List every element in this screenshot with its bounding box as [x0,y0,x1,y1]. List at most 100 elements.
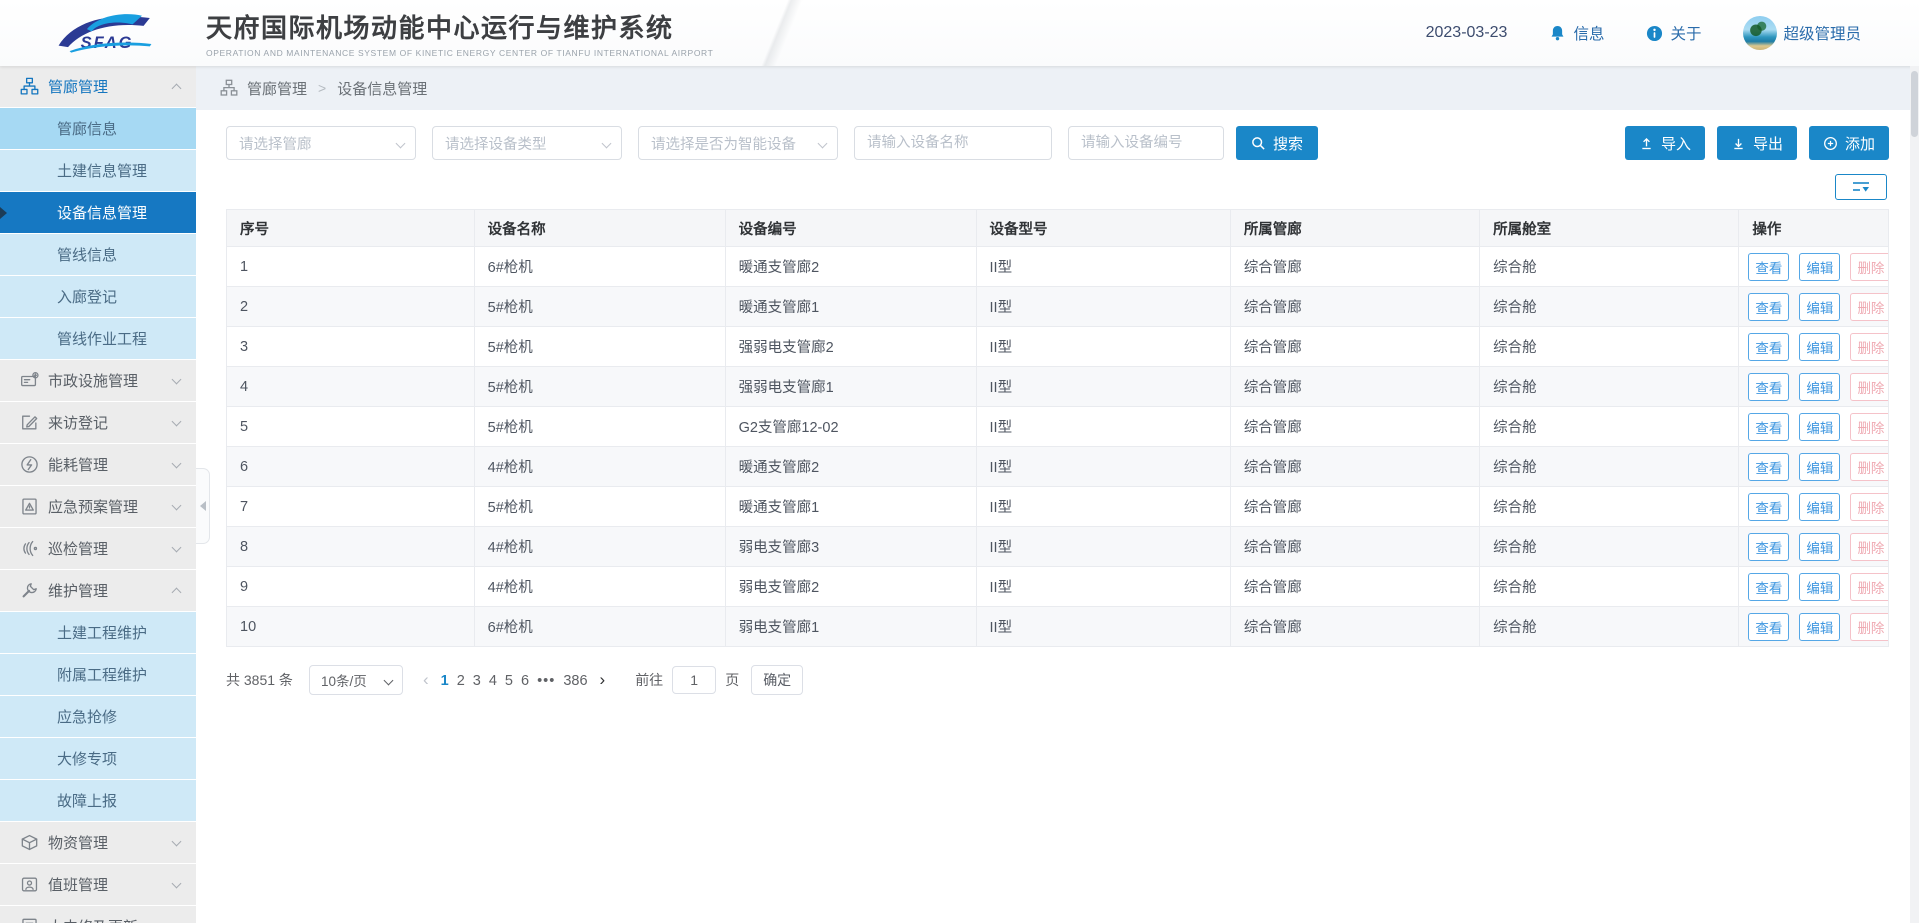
table-column-header: 所属管廊 [1230,210,1479,247]
export-button[interactable]: 导出 [1717,126,1797,160]
page-number[interactable]: 5 [505,673,513,689]
edit-button[interactable]: 编辑 [1799,373,1840,401]
edit-button[interactable]: 编辑 [1799,573,1840,601]
edit-button[interactable]: 编辑 [1799,453,1840,481]
scrollbar-thumb[interactable] [1911,71,1918,137]
filter-row: 请选择管廊 请选择设备类型 请选择是否为智能设备 搜索 [226,126,1889,160]
chevron-icon [172,459,182,469]
edit-button[interactable]: 编辑 [1799,293,1840,321]
edit-button[interactable]: 编辑 [1799,493,1840,521]
delete-button[interactable]: 删除 [1850,533,1888,561]
table-row: 3 5#枪机 强弱电支管廊2 II型 综合管廊 综合舱 查看 编辑 删除 [227,327,1889,367]
messages-link[interactable]: 信息 [1549,22,1604,44]
smart-device-select[interactable]: 请选择是否为智能设备 [638,126,838,160]
wrench-icon [20,581,39,600]
cell-device-name: 5#枪机 [474,367,725,407]
sidebar-group[interactable]: 物资管理 [0,822,196,864]
sidebar-subitem[interactable]: 管廊信息 [0,108,196,150]
delete-button[interactable]: 删除 [1850,573,1888,601]
column-filter-button[interactable] [1835,174,1887,200]
view-button[interactable]: 查看 [1748,533,1789,561]
sidebar-subitem[interactable]: 应急抢修 [0,696,196,738]
view-button[interactable]: 查看 [1748,333,1789,361]
import-button[interactable]: 导入 [1625,126,1705,160]
search-button[interactable]: 搜索 [1236,126,1318,160]
sidebar-subitem[interactable]: 土建工程维护 [0,612,196,654]
view-button[interactable]: 查看 [1748,573,1789,601]
view-button[interactable]: 查看 [1748,493,1789,521]
cell-device-code: 暖通支管廊2 [725,247,976,287]
device-type-select[interactable]: 请选择设备类型 [432,126,622,160]
sidebar-subitem[interactable]: 入廊登记 [0,276,196,318]
page-number[interactable]: 3 [473,673,481,689]
page-number[interactable]: 6 [521,673,529,689]
sidebar-subitem-label: 故障上报 [57,790,117,811]
user-menu[interactable]: 超级管理员 [1743,16,1861,50]
sidebar-subitem[interactable]: 附属工程维护 [0,654,196,696]
cell-index: 2 [227,287,475,327]
sidebar-subitem[interactable]: 故障上报 [0,780,196,822]
page-ellipsis[interactable]: ••• [537,673,555,689]
cell-corridor: 综合管廊 [1230,567,1479,607]
cell-device-code: 暖通支管廊1 [725,487,976,527]
page-scrollbar[interactable] [1910,66,1919,923]
sidebar-group[interactable]: 来访登记 [0,402,196,444]
sidebar-group[interactable]: 管廊管理 [0,66,196,108]
delete-button[interactable]: 删除 [1850,293,1888,321]
view-button[interactable]: 查看 [1748,413,1789,441]
confirm-button[interactable]: 确定 [751,665,803,695]
materials-icon [20,833,39,852]
device-name-input[interactable] [854,126,1052,160]
edit-button[interactable]: 编辑 [1799,613,1840,641]
edit-button[interactable]: 编辑 [1799,253,1840,281]
page-number[interactable]: 4 [489,673,497,689]
edit-button[interactable]: 编辑 [1799,413,1840,441]
page-number[interactable]: 1 [441,673,449,689]
cell-index: 10 [227,607,475,647]
delete-button[interactable]: 删除 [1850,413,1888,441]
view-button[interactable]: 查看 [1748,613,1789,641]
cell-device-code: 暖通支管廊2 [725,447,976,487]
sidebar-group[interactable]: 值班管理 [0,864,196,906]
sidebar-subitem[interactable]: 管线作业工程 [0,318,196,360]
add-button[interactable]: 添加 [1809,126,1889,160]
edit-button[interactable]: 编辑 [1799,533,1840,561]
sidebar-subitem[interactable]: 土建信息管理 [0,150,196,192]
sidebar-collapse-handle[interactable] [196,468,210,544]
prev-page-button[interactable]: ‹ [423,670,429,690]
sidebar-subitem[interactable]: 大修专项 [0,738,196,780]
view-button[interactable]: 查看 [1748,293,1789,321]
chevron-icon [172,543,182,553]
page-number[interactable]: 2 [457,673,465,689]
delete-button[interactable]: 删除 [1850,253,1888,281]
delete-button[interactable]: 删除 [1850,453,1888,481]
delete-button[interactable]: 删除 [1850,373,1888,401]
sidebar-group[interactable]: 大中修及更新 [0,906,196,923]
next-page-button[interactable]: › [600,670,606,690]
sidebar-group[interactable]: 巡检管理 [0,528,196,570]
sidebar-group[interactable]: 应急预案管理 [0,486,196,528]
about-link[interactable]: 关于 [1646,22,1701,44]
view-button[interactable]: 查看 [1748,253,1789,281]
sidebar-group[interactable]: 能耗管理 [0,444,196,486]
delete-button[interactable]: 删除 [1850,613,1888,641]
cell-cabin: 综合舱 [1480,607,1739,647]
sidebar-group[interactable]: 维护管理 [0,570,196,612]
view-button[interactable]: 查看 [1748,373,1789,401]
view-button[interactable]: 查看 [1748,453,1789,481]
edit-icon [20,413,39,432]
sidebar-subitem[interactable]: 设备信息管理 [0,192,196,234]
device-table: 序号设备名称设备编号设备型号所属管廊所属舱室操作 1 6#枪机 暖通支管廊2 I… [226,209,1889,647]
delete-button[interactable]: 删除 [1850,493,1888,521]
delete-button[interactable]: 删除 [1850,333,1888,361]
header-right: 2023-03-23 信息 关于 超级管理员 [1426,16,1861,50]
breadcrumb-root[interactable]: 管廊管理 [247,78,307,99]
goto-page-input[interactable] [672,666,716,694]
edit-button[interactable]: 编辑 [1799,333,1840,361]
corridor-select[interactable]: 请选择管廊 [226,126,416,160]
page-size-select[interactable]: 10条/页 [309,665,403,695]
page-number[interactable]: 386 [563,673,587,689]
device-code-input[interactable] [1068,126,1224,160]
sidebar-group[interactable]: 市政设施管理 [0,360,196,402]
sidebar-subitem[interactable]: 管线信息 [0,234,196,276]
